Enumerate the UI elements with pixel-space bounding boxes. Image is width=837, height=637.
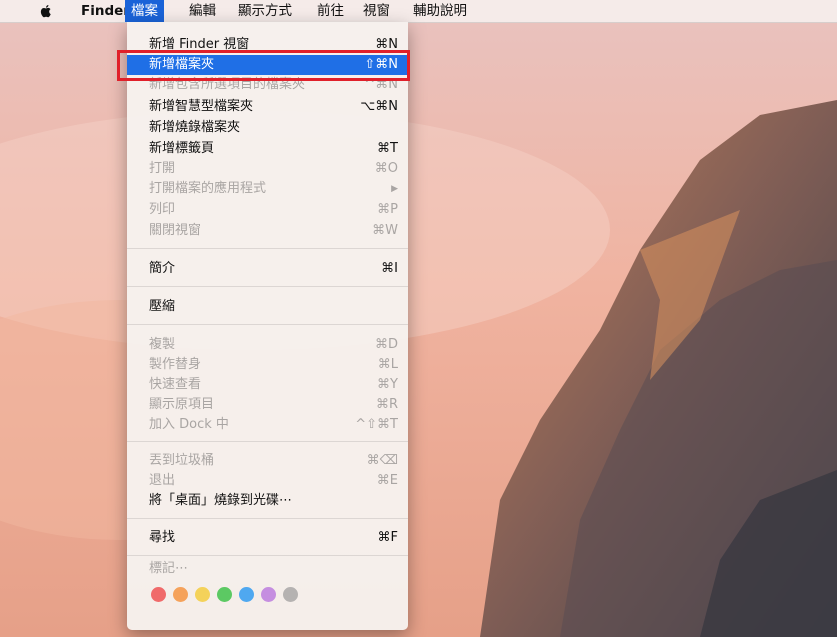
submenu-arrow-icon: ▶ (391, 184, 398, 194)
tag-color-row (151, 587, 298, 602)
menu-item-tags[interactable]: 標記⋯ (127, 559, 408, 579)
menu-item-new-folder-with-selection[interactable]: 新增包含所選項目的檔案夾 ^⌘N (127, 75, 408, 95)
menu-separator (127, 441, 408, 442)
menu-separator (127, 518, 408, 519)
menu-item-open[interactable]: 打開 ⌘O (127, 159, 408, 179)
menu-item-close-window[interactable]: 關閉視窗 ⌘W (127, 221, 408, 241)
menubar-edit[interactable]: 編輯 (183, 0, 222, 22)
tag-purple-dot[interactable] (261, 587, 276, 602)
menu-separator (127, 286, 408, 287)
menu-item-open-with[interactable]: 打開檔案的應用程式 ▶ (127, 179, 408, 199)
tag-blue-dot[interactable] (239, 587, 254, 602)
menu-item-burn-desktop[interactable]: 將「桌面」燒錄到光碟⋯ (127, 491, 408, 511)
menu-item-compress[interactable]: 壓縮 (127, 297, 408, 317)
menu-item-show-original[interactable]: 顯示原項目 ⌘R (127, 395, 408, 415)
menu-item-eject[interactable]: 退出 ⌘E (127, 471, 408, 491)
menu-item-duplicate[interactable]: 複製 ⌘D (127, 335, 408, 355)
menu-separator (127, 324, 408, 325)
tag-orange-dot[interactable] (173, 587, 188, 602)
menu-item-new-smart-folder[interactable]: 新增智慧型檔案夾 ⌥⌘N (127, 97, 408, 117)
tag-yellow-dot[interactable] (195, 587, 210, 602)
menu-item-add-to-dock[interactable]: 加入 Dock 中 ^⇧⌘T (127, 415, 408, 435)
menu-item-quick-look[interactable]: 快速查看 ⌘Y (127, 375, 408, 395)
menu-separator (127, 555, 408, 556)
apple-logo-icon[interactable] (38, 3, 54, 19)
desktop-wallpaper (0, 0, 837, 637)
menu-item-print[interactable]: 列印 ⌘P (127, 200, 408, 220)
menubar-file[interactable]: 檔案 (125, 0, 164, 22)
menu-item-new-finder-window[interactable]: 新增 Finder 視窗 ⌘N (127, 35, 408, 55)
file-menu: 新增 Finder 視窗 ⌘N 新增檔案夾 ⇧⌘N 新增包含所選項目的檔案夾 ^⌘N … (127, 22, 408, 630)
menubar-go[interactable]: 前往 (311, 0, 350, 22)
menubar-help[interactable]: 輔助說明 (407, 0, 473, 22)
menu-bar: Finder 檔案 編輯 顯示方式 前往 視窗 輔助說明 (0, 0, 837, 23)
menubar-window[interactable]: 視窗 (357, 0, 396, 22)
menubar-view[interactable]: 顯示方式 (232, 0, 298, 22)
menu-item-new-tab[interactable]: 新增標籤頁 ⌘T (127, 139, 408, 159)
menu-item-new-folder[interactable]: 新增檔案夾 ⇧⌘N (127, 55, 408, 75)
menu-separator (127, 248, 408, 249)
menu-item-new-burn-folder[interactable]: 新增燒錄檔案夾 (127, 118, 408, 138)
tag-red-dot[interactable] (151, 587, 166, 602)
menu-item-move-to-trash[interactable]: 丟到垃圾桶 ⌘⌫ (127, 451, 408, 471)
tag-gray-dot[interactable] (283, 587, 298, 602)
menu-item-make-alias[interactable]: 製作替身 ⌘L (127, 355, 408, 375)
menu-item-find[interactable]: 尋找 ⌘F (127, 528, 408, 548)
menu-item-get-info[interactable]: 簡介 ⌘I (127, 259, 408, 279)
tag-green-dot[interactable] (217, 587, 232, 602)
